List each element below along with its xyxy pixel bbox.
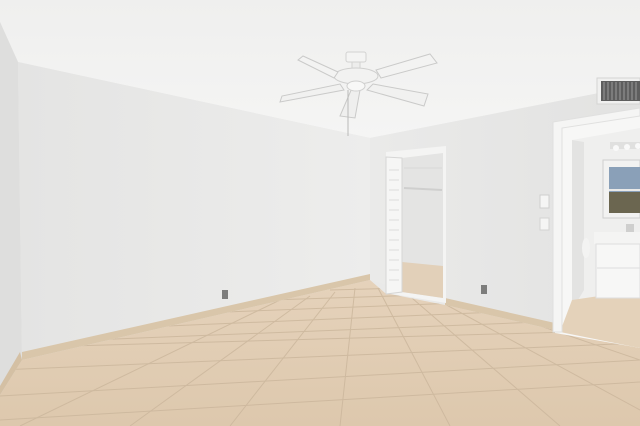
- light-switch[interactable]: [539, 194, 550, 209]
- closet-bifold-door[interactable]: [385, 156, 403, 295]
- bathroom-vanity: [594, 224, 640, 299]
- bathroom-doorway[interactable]: [555, 112, 640, 348]
- bathroom-window: [602, 159, 640, 219]
- electrical-outlet: [222, 290, 228, 299]
- room-scene: [0, 0, 640, 426]
- air-vent: [596, 77, 640, 105]
- fan-light-bowl: [346, 80, 366, 92]
- electrical-outlet: [481, 285, 487, 294]
- wall-plate: [539, 217, 550, 231]
